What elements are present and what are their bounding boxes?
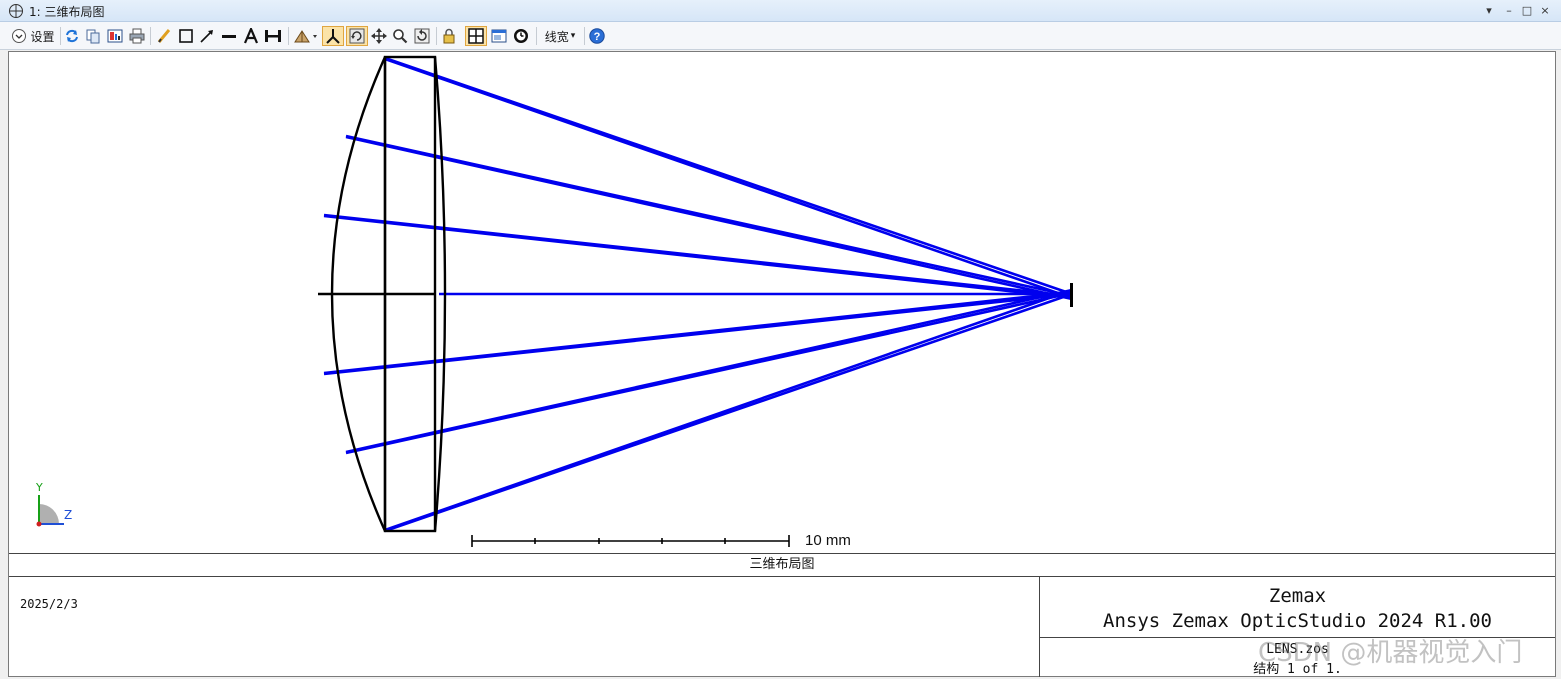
product-version: Ansys Zemax OpticStudio 2024 R1.00 bbox=[1103, 610, 1492, 632]
toolbar-separator bbox=[150, 27, 151, 45]
dimension-icon bbox=[265, 30, 281, 42]
print-button[interactable] bbox=[128, 26, 146, 46]
ray-top-b bbox=[384, 57, 1073, 300]
window-titlebar: 1: 三维布局图 ▾ – □ × bbox=[0, 0, 1561, 22]
watermark: CSDN @机器视觉入门 bbox=[1258, 638, 1523, 668]
lens-app-icon bbox=[9, 4, 23, 18]
move-icon bbox=[371, 28, 387, 44]
axis-y-label: Y bbox=[36, 481, 43, 494]
axis-view-button[interactable] bbox=[322, 26, 344, 46]
maximize-button[interactable]: □ bbox=[1518, 2, 1536, 20]
text-icon bbox=[243, 28, 259, 44]
layout-canvas[interactable]: Y Z 10 mm 三维布局图 2025/2/3 Zemax Ansys Zem… bbox=[8, 51, 1556, 677]
draw-line-button[interactable] bbox=[220, 26, 238, 46]
minimize-button[interactable]: – bbox=[1500, 2, 1518, 20]
reset-view-icon bbox=[414, 28, 430, 44]
ray-bundle bbox=[323, 56, 1073, 533]
settings-button[interactable]: 设置 bbox=[8, 26, 58, 46]
brand-name: Zemax bbox=[1268, 585, 1327, 607]
settings-label: 设置 bbox=[30, 29, 55, 44]
axis-triad bbox=[36, 495, 64, 527]
image-plane bbox=[1070, 283, 1073, 307]
ray-lower-b bbox=[345, 291, 1073, 455]
pan-button[interactable] bbox=[370, 26, 388, 46]
ray-upper-b bbox=[345, 135, 1073, 301]
layout-plot bbox=[36, 55, 1073, 547]
copy-button[interactable] bbox=[84, 26, 102, 46]
scale-bar bbox=[471, 535, 790, 547]
ray-bottom-a bbox=[384, 288, 1073, 532]
toolbar-separator bbox=[584, 27, 585, 45]
lens-group bbox=[318, 55, 447, 533]
fit-view-icon bbox=[468, 28, 484, 44]
window-options-icon bbox=[491, 29, 507, 43]
draw-arrow-button[interactable] bbox=[198, 26, 216, 46]
window-options-button[interactable] bbox=[490, 26, 508, 46]
timer-button[interactable] bbox=[512, 26, 530, 46]
lock-button[interactable] bbox=[440, 26, 458, 46]
pencil-icon bbox=[157, 29, 171, 43]
analysis-toolbar: 设置 线宽 ▾ ? bbox=[0, 22, 1561, 50]
draw-pencil-button[interactable] bbox=[155, 26, 173, 46]
axis-z-label: Z bbox=[64, 508, 73, 522]
copy-icon bbox=[86, 29, 100, 44]
info-left-panel: 2025/2/3 bbox=[9, 577, 1040, 677]
reset-view-button[interactable] bbox=[412, 26, 432, 46]
toolbar-separator bbox=[436, 27, 437, 45]
refresh-button[interactable] bbox=[63, 26, 81, 46]
magnifier-icon bbox=[393, 29, 408, 44]
linewidth-label: 线宽 bbox=[544, 29, 569, 44]
toolbar-separator bbox=[536, 27, 537, 45]
window-menu-button[interactable]: ▾ bbox=[1480, 2, 1498, 20]
window-title: 1: 三维布局图 bbox=[29, 5, 105, 19]
ray-mid-upper-b bbox=[323, 214, 1073, 300]
save-image-icon bbox=[107, 29, 123, 43]
help-glyph: ? bbox=[594, 31, 601, 43]
toolbar-separator bbox=[60, 27, 61, 45]
fit-view-button[interactable] bbox=[465, 26, 487, 46]
axis-icon bbox=[326, 29, 340, 44]
help-icon: ? bbox=[589, 28, 605, 44]
clock-icon bbox=[514, 29, 528, 43]
help-button[interactable]: ? bbox=[588, 26, 606, 46]
plot-date: 2025/2/3 bbox=[20, 597, 78, 611]
line-icon bbox=[222, 35, 236, 38]
draw-rectangle-button[interactable] bbox=[177, 26, 195, 46]
printer-icon bbox=[129, 28, 145, 44]
plot-caption: 三维布局图 bbox=[9, 553, 1555, 577]
draw-text-button[interactable] bbox=[242, 26, 260, 46]
save-image-button[interactable] bbox=[106, 26, 124, 46]
scale-bar-label: 10 mm bbox=[805, 532, 851, 549]
lock-icon bbox=[443, 28, 455, 44]
chevron-down-icon: ▾ bbox=[570, 31, 576, 41]
layout-window: 1: 三维布局图 ▾ – □ × 设置 线宽 ▾ ? Y Z 10 mm 三维布… bbox=[0, 0, 1561, 679]
toolbar-separator bbox=[288, 27, 289, 45]
chevron-down-circle-icon bbox=[12, 29, 27, 43]
close-button[interactable]: × bbox=[1536, 2, 1554, 20]
draw-dimension-button[interactable] bbox=[263, 26, 283, 46]
arrow-icon bbox=[200, 30, 213, 43]
rotate-mode-button[interactable] bbox=[346, 26, 368, 46]
rotate-view-icon bbox=[294, 30, 317, 43]
refresh-icon bbox=[66, 29, 78, 43]
rotate-icon bbox=[349, 28, 365, 44]
rotate-view-dropdown[interactable] bbox=[292, 26, 320, 46]
rectangle-icon bbox=[179, 29, 193, 43]
linewidth-dropdown[interactable]: 线宽 ▾ bbox=[540, 26, 580, 46]
zoom-button[interactable] bbox=[391, 26, 409, 46]
